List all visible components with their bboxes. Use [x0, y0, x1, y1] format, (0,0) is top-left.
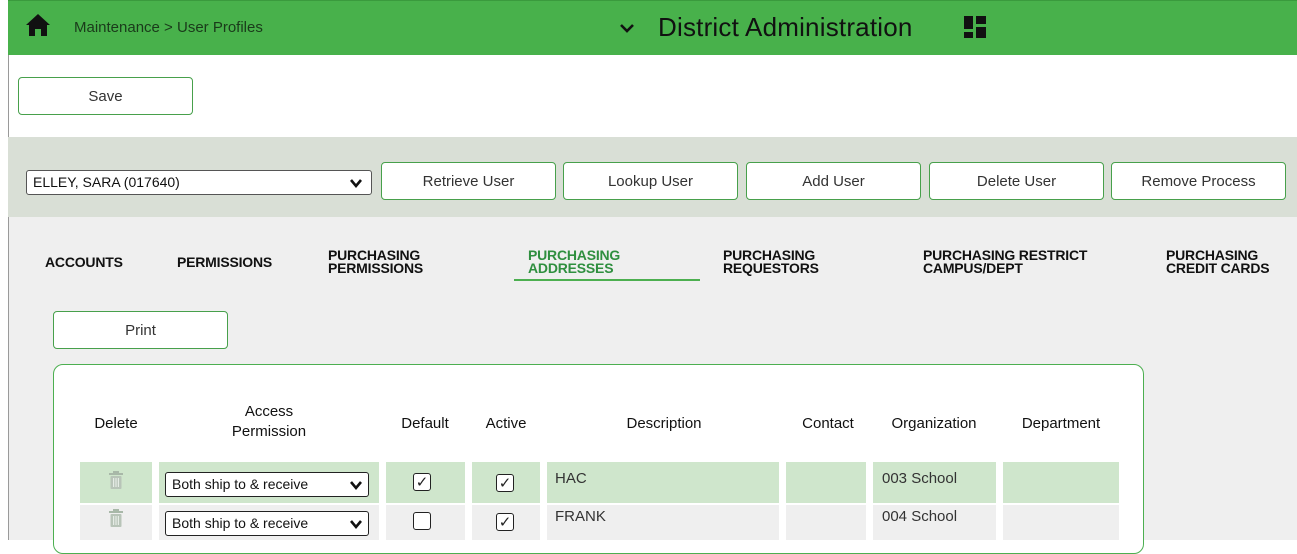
active-checkbox[interactable]: ✓	[496, 513, 514, 531]
checkmark-icon: ✓	[415, 473, 429, 491]
chevron-down-icon	[350, 179, 362, 189]
column-header-organization: Organization	[891, 415, 977, 432]
column-divider	[996, 462, 1003, 540]
retrieve-user-button[interactable]: Retrieve User	[381, 162, 556, 200]
column-header-access-permission: Access Permission	[192, 402, 346, 442]
user-select-value: ELLEY, SARA (017640)	[33, 174, 180, 190]
tab-label-line2: REQUESTORS	[723, 260, 819, 276]
column-header-department: Department	[1021, 415, 1101, 432]
default-checkbox[interactable]: ✓	[413, 473, 431, 491]
grid-icon[interactable]	[963, 15, 987, 39]
trash-icon[interactable]	[109, 509, 123, 527]
access-permission-value: Both ship to & receive	[172, 476, 309, 492]
column-header-active: Active	[485, 415, 527, 432]
tab-purchasing-addresses[interactable]: PURCHASING ADDRESSES	[528, 248, 620, 276]
active-tab-indicator	[514, 279, 700, 281]
organization-cell: 003 School	[882, 470, 958, 487]
lookup-user-button[interactable]: Lookup User	[563, 162, 738, 200]
tab-label-line2: ADDRESSES	[528, 260, 614, 276]
access-permission-select[interactable]: Both ship to & receive	[165, 472, 369, 497]
column-divider	[465, 462, 472, 540]
tab-purchasing-restrict-campus-dept[interactable]: PURCHASING RESTRICT CAMPUS/DEPT	[923, 248, 1087, 276]
access-permission-value: Both ship to & receive	[172, 515, 309, 531]
chevron-down-icon	[349, 517, 363, 531]
home-icon[interactable]	[25, 13, 51, 37]
tab-label-line2: CREDIT CARDS	[1166, 260, 1270, 276]
delete-user-button[interactable]: Delete User	[929, 162, 1104, 200]
add-user-button[interactable]: Add User	[746, 162, 921, 200]
column-header-contact: Contact	[802, 415, 854, 432]
tab-label-line2: PERMISSIONS	[328, 260, 424, 276]
active-checkbox[interactable]: ✓	[496, 474, 514, 492]
save-button[interactable]: Save	[18, 77, 193, 115]
app-title[interactable]: District Administration	[658, 12, 913, 43]
description-cell: HAC	[555, 470, 587, 487]
default-checkbox[interactable]	[413, 512, 431, 530]
chevron-down-icon[interactable]	[618, 19, 636, 37]
column-header-delete: Delete	[94, 415, 138, 432]
header-line2: Permission	[231, 423, 307, 440]
remove-process-button[interactable]: Remove Process	[1111, 162, 1286, 200]
tab-purchasing-requestors[interactable]: PURCHASING REQUESTORS	[723, 248, 819, 276]
header-line1: Access	[244, 403, 294, 420]
tab-label-line2: CAMPUS/DEPT	[923, 260, 1023, 276]
access-permission-select[interactable]: Both ship to & receive	[165, 511, 369, 536]
tab-purchasing-credit-cards[interactable]: PURCHASING CREDIT CARDS	[1166, 248, 1270, 276]
breadcrumb[interactable]: Maintenance > User Profiles	[74, 19, 263, 36]
tab-purchasing-permissions[interactable]: PURCHASING PERMISSIONS	[328, 248, 424, 276]
trash-icon[interactable]	[109, 471, 123, 489]
column-divider	[540, 462, 547, 540]
column-divider	[779, 462, 786, 540]
column-divider	[866, 462, 873, 540]
column-divider	[152, 462, 159, 540]
checkmark-icon: ✓	[498, 474, 512, 492]
checkmark-icon: ✓	[498, 513, 512, 531]
row-divider	[80, 503, 1119, 505]
tab-accounts[interactable]: ACCOUNTS	[45, 255, 123, 269]
user-select[interactable]: ELLEY, SARA (017640)	[26, 170, 372, 195]
chevron-down-icon	[349, 478, 363, 492]
print-button[interactable]: Print	[53, 311, 228, 349]
column-header-description: Description	[626, 415, 702, 432]
column-divider	[379, 462, 386, 540]
tab-permissions[interactable]: PERMISSIONS	[177, 255, 272, 269]
description-cell: FRANK	[555, 508, 606, 525]
column-header-default: Default	[401, 415, 449, 432]
top-bar: Maintenance > User Profiles District Adm…	[8, 0, 1297, 55]
organization-cell: 004 School	[882, 508, 958, 525]
